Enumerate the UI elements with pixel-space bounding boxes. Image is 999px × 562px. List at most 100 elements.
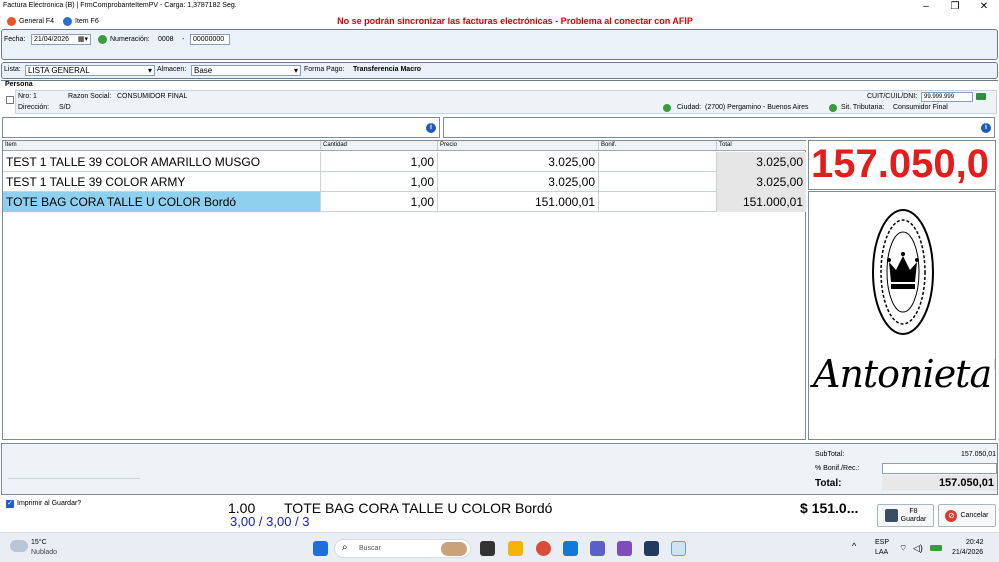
teams-icon[interactable] — [590, 541, 605, 556]
imprimir-checkbox[interactable]: ✓ — [6, 500, 14, 508]
item-search-input[interactable]: i — [2, 117, 440, 138]
direccion-value[interactable]: S/D — [59, 104, 71, 111]
guardar-shortcut: F8 — [909, 507, 918, 515]
ciudad-value[interactable]: (2700) Pergamino - Buenos Aires — [705, 104, 809, 111]
weather-desc[interactable]: Nublado — [31, 549, 57, 556]
clock-date[interactable]: 21/4/2026 — [952, 549, 983, 556]
sit-tributaria-value[interactable]: Consumidor Final — [893, 104, 948, 111]
numeracion-separator: - — [182, 36, 185, 43]
column-header-item[interactable]: Item — [3, 141, 321, 150]
language-code[interactable]: ESP — [875, 539, 889, 546]
brand-panel: Antonieta's — [808, 191, 996, 440]
cuit-field[interactable]: 99.999.999 — [921, 92, 973, 102]
taskbar-search-input[interactable]: ⌕ Buscar — [334, 539, 471, 558]
maximize-button[interactable]: ❐ — [942, 0, 968, 14]
windows-start-icon[interactable] — [313, 541, 328, 556]
info-icon[interactable]: i — [426, 123, 436, 133]
visual-studio-icon[interactable] — [617, 541, 632, 556]
weather-cloud-icon[interactable] — [10, 540, 28, 552]
keyboard-layout[interactable]: LAA — [875, 549, 888, 556]
minimize-button[interactable]: – — [913, 0, 939, 14]
total-value: 157.050,01 — [882, 475, 997, 491]
task-view-icon[interactable] — [480, 541, 495, 556]
razon-social-value[interactable]: CONSUMIDOR FINAL — [117, 93, 187, 100]
divider — [8, 478, 140, 479]
menu-item-label: Item F6 — [75, 18, 99, 25]
cell-precio[interactable]: 151.000,01 — [438, 192, 599, 212]
persona-checkbox[interactable] — [6, 96, 14, 104]
wifi-icon[interactable]: ⌔ — [899, 543, 907, 554]
column-header-total[interactable]: Total — [717, 141, 806, 150]
cell-cantidad[interactable]: 1,00 — [321, 172, 438, 192]
nro-value[interactable]: 1 — [33, 93, 37, 100]
cell-item[interactable]: TEST 1 TALLE 39 COLOR ARMY — [3, 172, 321, 192]
bonif-label: % Bonif./Rec.: — [815, 465, 860, 472]
chevron-down-icon: ▾ — [293, 66, 298, 75]
last-item-description: TOTE BAG CORA TALLE U COLOR Bordó — [284, 500, 553, 516]
cell-total: 3.025,00 — [717, 172, 806, 192]
battery-icon[interactable] — [930, 545, 942, 551]
teamviewer-icon[interactable] — [644, 541, 659, 556]
taskbar: 15°C Nublado ⌕ Buscar ^ ESP LAA ⌔ ◁) 20:… — [0, 532, 999, 562]
cancelar-button[interactable]: ⊘ Cancelar — [938, 504, 996, 527]
volume-icon[interactable]: ◁) — [913, 543, 923, 554]
cell-cantidad[interactable]: 1,00 — [321, 152, 438, 172]
search-highlight-icon — [441, 542, 467, 556]
almacen-value: Base — [194, 66, 213, 75]
cell-precio[interactable]: 3.025,00 — [438, 152, 599, 172]
column-header-cantidad[interactable]: Cantidad — [321, 141, 438, 150]
cancel-icon: ⊘ — [945, 509, 958, 522]
menu-general-label: General F4 — [19, 18, 55, 25]
grid-header: Item Cantidad Precio Bonif. Total — [3, 141, 806, 151]
clock-time[interactable]: 20:42 — [966, 539, 984, 546]
column-header-bonif[interactable]: Bonif. — [599, 141, 717, 150]
column-header-precio[interactable]: Precio — [438, 141, 599, 150]
guardar-button[interactable]: F8 Guardar — [877, 504, 934, 527]
ciudad-search-icon[interactable] — [663, 104, 671, 112]
nro-label: Nro: — [18, 93, 32, 100]
table-row[interactable]: TEST 1 TALLE 39 COLOR ARMY 1,00 3.025,00… — [3, 172, 806, 192]
title-bar: Factura Electronica (B) | FrmComprobante… — [0, 0, 999, 14]
tray-chevron-up-icon[interactable]: ^ — [852, 541, 856, 551]
weather-temp[interactable]: 15°C — [31, 539, 47, 546]
close-button[interactable]: ✕ — [971, 0, 997, 14]
store-icon[interactable] — [563, 541, 578, 556]
crown-logo-icon — [872, 209, 934, 335]
cell-bonif[interactable] — [599, 172, 717, 192]
bonif-input[interactable] — [882, 463, 997, 474]
big-total-panel: 157.050,0 — [808, 140, 996, 190]
file-explorer-icon[interactable] — [508, 541, 523, 556]
id-card-icon[interactable] — [976, 93, 986, 100]
app-active-icon[interactable] — [671, 541, 686, 556]
numeracion-number-field[interactable]: 00000000 — [190, 34, 230, 45]
fecha-label: Fecha: — [4, 36, 26, 43]
cell-bonif[interactable] — [599, 152, 717, 172]
menu-item[interactable]: Item F6 — [63, 16, 99, 27]
table-row-selected[interactable]: TOTE BAG CORA TALLE U COLOR Bordó 1,00 1… — [3, 192, 806, 212]
lista-select[interactable]: LISTA GENERAL ▾ — [25, 65, 155, 76]
numeracion-label: Numeración: — [110, 36, 150, 43]
refresh-icon[interactable] — [98, 35, 107, 44]
cell-item[interactable]: TEST 1 TALLE 39 COLOR AMARILLO MUSGO — [3, 152, 321, 172]
search-placeholder: Buscar — [359, 545, 381, 552]
total-label: Total: — [815, 478, 842, 489]
cell-bonif[interactable] — [599, 192, 717, 212]
sit-tributaria-icon[interactable] — [829, 104, 837, 112]
guardar-label: Guardar — [900, 515, 927, 523]
menu-general[interactable]: General F4 — [7, 16, 54, 27]
calendar-icon: ▦▾ — [77, 36, 88, 43]
table-row[interactable]: TEST 1 TALLE 39 COLOR AMARILLO MUSGO 1,0… — [3, 152, 806, 172]
forma-pago-label: Forma Pago: — [304, 66, 345, 73]
cell-precio[interactable]: 3.025,00 — [438, 172, 599, 192]
almacen-select[interactable]: Base ▾ — [191, 65, 301, 76]
cell-item[interactable]: TOTE BAG CORA TALLE U COLOR Bordó — [3, 192, 321, 212]
cell-cantidad[interactable]: 1,00 — [321, 192, 438, 212]
chrome-icon[interactable] — [536, 541, 551, 556]
description-search-input[interactable]: i — [443, 117, 995, 138]
last-item-price: $ 151.0... — [800, 500, 859, 516]
fecha-date-picker[interactable]: 21/04/2026 ▦▾ — [31, 34, 91, 45]
brand-logo-text: Antonieta's — [813, 352, 995, 396]
razon-social-label: Razon Social: — [68, 93, 112, 100]
info-icon[interactable]: i — [981, 123, 991, 133]
item-counts: 3,00 / 3,00 / 3 — [230, 514, 310, 529]
